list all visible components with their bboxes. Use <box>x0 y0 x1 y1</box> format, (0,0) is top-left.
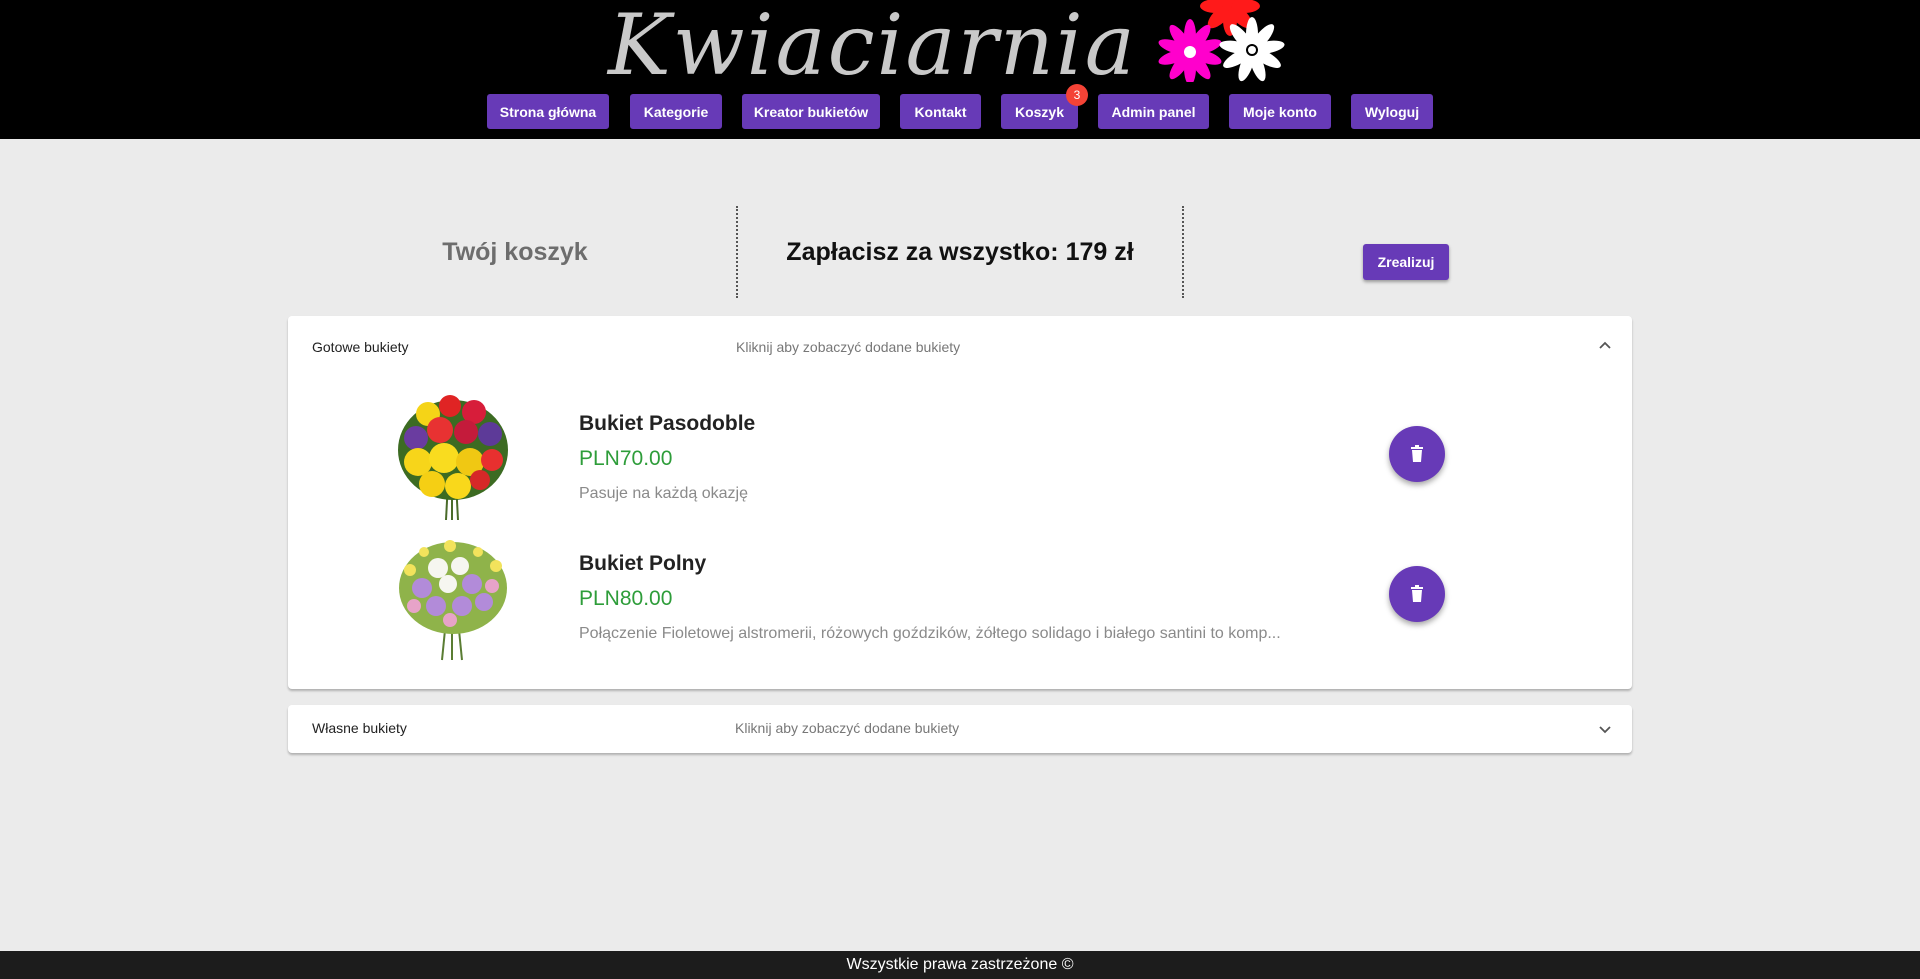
nav-bouquet-creator-label: Kreator bukietów <box>753 103 869 120</box>
nav-logout-button[interactable]: Wyloguj <box>1351 94 1433 129</box>
item-name: Bukiet Pasodoble <box>579 412 756 435</box>
ready-bouquets-panel-header[interactable]: Gotowe bukiety Kliknij aby zobaczyć doda… <box>288 316 1632 380</box>
cart-title: Twój koszyk <box>442 238 588 266</box>
summary-divider-right <box>1182 206 1184 298</box>
nav-my-account-button[interactable]: Moje konto <box>1229 94 1331 129</box>
cart-count-badge: 3 <box>1066 84 1088 106</box>
trash-icon <box>1411 445 1423 462</box>
chevron-up-icon <box>1599 341 1611 349</box>
nav-admin-panel-label: Admin panel <box>1111 103 1196 120</box>
nav-cart-button[interactable]: Koszyk 3 <box>1001 84 1088 129</box>
item-description: Połączenie Fioletowej alstromerii, różow… <box>579 625 1281 642</box>
cart-item: Bukiet Polny PLN80.00 Połączenie Fioleto… <box>288 532 1632 662</box>
cart-item: Bukiet Pasodoble PLN70.00 Pasuje na każd… <box>288 392 1632 522</box>
nav-categories-button[interactable]: Kategorie <box>630 94 722 129</box>
item-name: Bukiet Polny <box>579 552 707 575</box>
panel-title: Gotowe bukiety <box>312 339 409 355</box>
delete-item-button[interactable] <box>1389 426 1445 482</box>
bouquet-polny-image <box>399 540 507 661</box>
site-header: Kwiaciarnia Strona główna Kategorie Krea… <box>0 0 1920 139</box>
panel-description: Kliknij aby zobaczyć dodane bukiety <box>736 339 961 355</box>
nav-home-button[interactable]: Strona główna <box>487 94 609 129</box>
checkout-button[interactable]: Zrealizuj <box>1363 244 1449 280</box>
own-bouquets-panel-header[interactable]: Własne bukiety Kliknij aby zobaczyć doda… <box>288 705 1632 753</box>
chevron-down-icon <box>1599 726 1611 734</box>
site-footer: Wszystkie prawa zastrzeżone © <box>0 951 1920 979</box>
item-price: PLN70.00 <box>579 447 673 470</box>
panel-description: Kliknij aby zobaczyć dodane bukiety <box>735 720 960 736</box>
cart-total: Zapłacisz za wszystko: 179 zł <box>786 238 1134 266</box>
nav-contact-button[interactable]: Kontakt <box>900 94 981 129</box>
trash-icon <box>1411 585 1423 602</box>
panel-title: Własne bukiety <box>312 720 407 736</box>
nav-cart-label: Koszyk <box>1014 103 1065 120</box>
bouquet-pasodoble-image <box>398 395 508 521</box>
ready-bouquets-panel: Gotowe bukiety Kliknij aby zobaczyć doda… <box>288 316 1632 689</box>
main-nav: Strona główna Kategorie Kreator bukietów… <box>0 84 1920 130</box>
item-price: PLN80.00 <box>579 587 673 610</box>
nav-logout-label: Wyloguj <box>1364 103 1420 120</box>
flowers-logo-icon <box>1158 0 1285 82</box>
own-bouquets-panel: Własne bukiety Kliknij aby zobaczyć doda… <box>288 705 1632 753</box>
delete-item-button[interactable] <box>1389 566 1445 622</box>
nav-my-account-label: Moje konto <box>1243 103 1317 120</box>
nav-admin-panel-button[interactable]: Admin panel <box>1098 94 1209 129</box>
nav-categories-label: Kategorie <box>643 103 709 120</box>
nav-bouquet-creator-button[interactable]: Kreator bukietów <box>742 94 880 129</box>
site-logo-text[interactable]: Kwiaciarnia <box>608 0 1137 90</box>
footer-text: Wszystkie prawa zastrzeżone © <box>846 956 1074 973</box>
item-description: Pasuje na każdą okazję <box>579 485 748 502</box>
nav-home-label: Strona główna <box>499 103 597 120</box>
nav-contact-label: Kontakt <box>914 103 967 120</box>
